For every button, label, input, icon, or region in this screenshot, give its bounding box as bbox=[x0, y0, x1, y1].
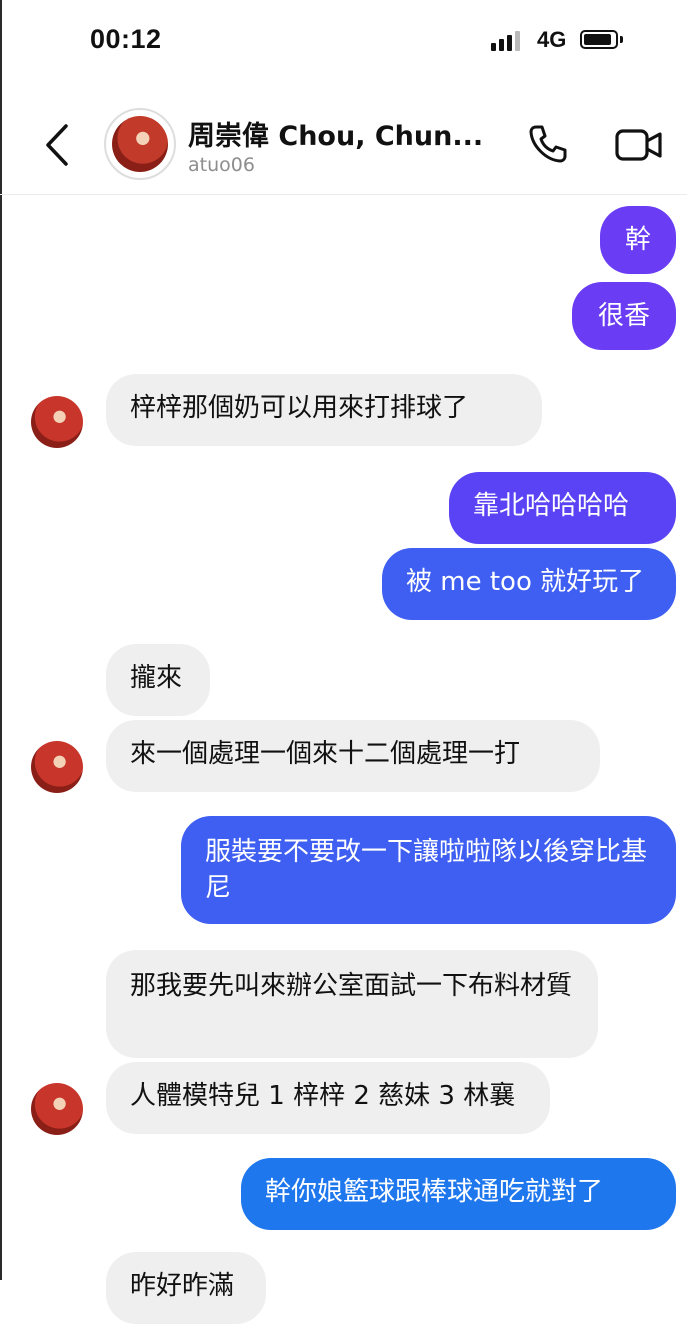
message-outgoing[interactable]: 服裝要不要改一下讓啦啦隊以後穿比基尼 bbox=[181, 816, 676, 924]
message-incoming[interactable]: 昨好昨滿 bbox=[106, 1252, 266, 1324]
message-incoming[interactable]: 梓梓那個奶可以用來打排球了 bbox=[106, 374, 542, 446]
battery-icon bbox=[580, 30, 618, 49]
message-outgoing[interactable]: 靠北哈哈哈哈 bbox=[449, 472, 676, 544]
video-camera-icon bbox=[615, 129, 662, 161]
sender-avatar[interactable] bbox=[31, 396, 83, 448]
contact-handle: atuo06 bbox=[188, 154, 255, 176]
sender-avatar[interactable] bbox=[31, 741, 83, 793]
call-button[interactable] bbox=[526, 122, 570, 166]
message-incoming[interactable]: 人體模特兒 1 梓梓 2 慈妹 3 林襄 bbox=[106, 1062, 550, 1134]
message-outgoing[interactable]: 幹 bbox=[600, 206, 676, 274]
chat-header: 周崇偉 Chou, Chun... atuo06 bbox=[0, 98, 687, 195]
sender-avatar[interactable] bbox=[31, 1083, 83, 1135]
message-outgoing[interactable]: 很香 bbox=[572, 282, 676, 350]
back-button[interactable] bbox=[40, 122, 76, 168]
status-time: 00:12 bbox=[90, 24, 162, 54]
battery-tip bbox=[620, 36, 623, 43]
chevron-left-icon bbox=[46, 124, 68, 166]
contact-avatar[interactable] bbox=[104, 108, 176, 180]
status-bar: 00:12 4G bbox=[0, 0, 687, 84]
network-type: 4G bbox=[537, 27, 567, 52]
video-call-button[interactable] bbox=[614, 126, 664, 164]
message-outgoing[interactable]: 幹你娘籃球跟棒球通吃就對了 bbox=[241, 1158, 676, 1230]
message-incoming[interactable]: 攏來 bbox=[106, 644, 210, 716]
phone-icon bbox=[529, 125, 567, 163]
signal-strength-icon bbox=[491, 29, 521, 51]
message-outgoing[interactable]: 被 me too 就好玩了 bbox=[382, 548, 676, 620]
contact-name[interactable]: 周崇偉 Chou, Chun... bbox=[188, 114, 483, 153]
message-incoming[interactable]: 那我要先叫來辦公室面試一下布料材質 bbox=[106, 950, 598, 1058]
message-incoming[interactable]: 來一個處理一個來十二個處理一打 bbox=[106, 720, 600, 792]
